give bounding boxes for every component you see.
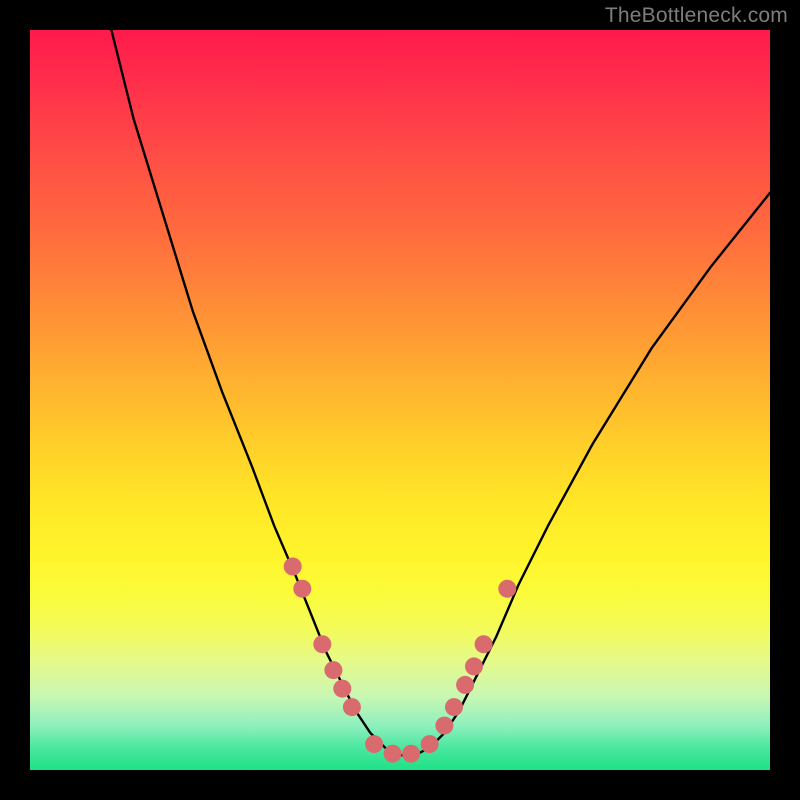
marker-dot: [384, 745, 402, 763]
marker-dot: [435, 717, 453, 735]
marker-dot: [475, 635, 493, 653]
marker-dot: [343, 698, 361, 716]
chart-svg: [30, 30, 770, 770]
marker-dot: [465, 657, 483, 675]
marker-dot: [365, 735, 383, 753]
marker-dot: [293, 580, 311, 598]
marker-group: [284, 558, 517, 763]
marker-dot: [284, 558, 302, 576]
marker-dot: [402, 745, 420, 763]
marker-dot: [498, 580, 516, 598]
marker-dot: [445, 698, 463, 716]
marker-dot: [421, 735, 439, 753]
plot-area: [30, 30, 770, 770]
chart-frame: TheBottleneck.com: [0, 0, 800, 800]
marker-dot: [456, 676, 474, 694]
marker-dot: [313, 635, 331, 653]
marker-dot: [333, 680, 351, 698]
marker-dot: [324, 661, 342, 679]
bottleneck-curve: [111, 30, 770, 755]
watermark-text: TheBottleneck.com: [605, 4, 788, 28]
